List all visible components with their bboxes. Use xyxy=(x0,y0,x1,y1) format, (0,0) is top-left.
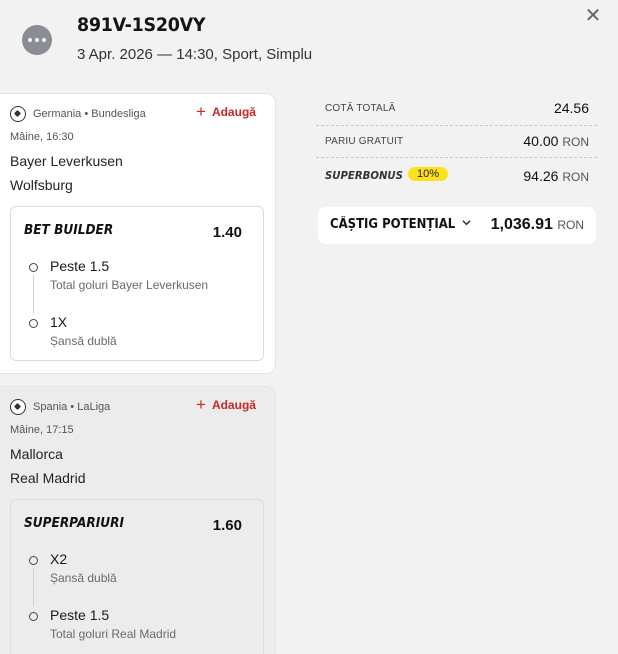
selection-name: 1X xyxy=(50,314,68,330)
plus-icon: + xyxy=(196,395,206,414)
superbonus-label: SUPERBONUS xyxy=(325,169,403,182)
selection-name: X2 xyxy=(50,551,68,567)
add-button[interactable]: + Adaugă xyxy=(196,102,256,121)
group-odd: 1.40 xyxy=(212,224,242,241)
selection-dot-icon xyxy=(29,556,38,565)
home-team: Bayer Leverkusen xyxy=(10,153,123,169)
chevron-down-icon[interactable] xyxy=(462,218,471,227)
add-label: Adaugă xyxy=(211,398,256,412)
league-label: Spania • LaLiga xyxy=(33,401,111,413)
total-odds-row: COTĂ TOTALĂ 24.56 xyxy=(316,96,597,124)
superbonus-row: SUPERBONUS 10% 94.26 RON xyxy=(316,164,597,192)
selection-market: Total goluri Real Madrid xyxy=(50,627,177,641)
total-odds-value: 24.56 xyxy=(553,100,589,116)
soccer-ball-icon xyxy=(10,399,26,415)
free-bet-row: PARIU GRATUIT 40.00 RON xyxy=(316,129,597,157)
home-team: Mallorca xyxy=(10,446,63,462)
divider xyxy=(316,125,597,126)
selection-dot-icon xyxy=(29,263,38,272)
ticket-subtitle: 3 Apr. 2026 — 14:30, Sport, Simplu xyxy=(77,46,313,63)
selection-name: Peste 1.5 xyxy=(50,607,110,623)
superbonus-badge: 10% xyxy=(408,167,449,181)
currency-label: RON xyxy=(557,218,584,232)
close-icon[interactable]: ✕ xyxy=(582,5,604,27)
league-label: Germania • Bundesliga xyxy=(33,108,146,120)
league-info: Spania • LaLiga xyxy=(10,399,110,415)
superbonus-value: 94.26 RON xyxy=(523,168,589,184)
group-title: SUPERPARIURI xyxy=(24,515,124,531)
selection-market: Total goluri Bayer Leverkusen xyxy=(50,278,209,292)
soccer-ball-icon xyxy=(10,106,26,122)
selection-market: Șansă dublă xyxy=(50,334,117,348)
add-button[interactable]: + Adaugă xyxy=(196,395,256,414)
away-team: Real Madrid xyxy=(10,470,86,486)
selection-dot-icon xyxy=(29,612,38,621)
currency-label: RON xyxy=(562,170,589,184)
match-time: Mâine, 17:15 xyxy=(10,424,74,436)
superbonus-amount: 94.26 xyxy=(523,168,559,184)
selection-connector xyxy=(33,568,34,606)
selection-connector xyxy=(33,275,34,313)
group-odd: 1.60 xyxy=(212,517,242,534)
superpariuri-group: SUPERPARIURI 1.60 X2 Șansă dublă Peste 1… xyxy=(10,499,264,654)
free-bet-amount: 40.00 xyxy=(523,133,559,149)
match-time: Mâine, 16:30 xyxy=(10,131,74,143)
group-title: BET BUILDER xyxy=(24,222,114,238)
divider xyxy=(316,157,597,158)
currency-label: RON xyxy=(562,135,589,149)
ticket-header: 891V-1S20VY 3 Apr. 2026 — 14:30, Sport, … xyxy=(0,0,618,86)
ticket-id: 891V-1S20VY xyxy=(77,14,206,36)
more-options-icon[interactable] xyxy=(22,25,52,55)
free-bet-value: 40.00 RON xyxy=(523,133,589,149)
potential-win-value: 1,036.91 RON xyxy=(491,216,584,234)
selection-name: Peste 1.5 xyxy=(50,258,110,274)
league-info: Germania • Bundesliga xyxy=(10,106,146,122)
bet-builder-group: BET BUILDER 1.40 Peste 1.5 Total goluri … xyxy=(10,206,264,361)
potential-win-panel[interactable]: CÂȘTIG POTENȚIAL 1,036.91 RON xyxy=(318,207,596,244)
add-label: Adaugă xyxy=(211,105,256,119)
selection-dot-icon xyxy=(29,319,38,328)
bet-card: Germania • Bundesliga + Adaugă Mâine, 16… xyxy=(0,93,276,374)
potential-win-label: CÂȘTIG POTENȚIAL xyxy=(330,217,456,232)
total-odds-label: COTĂ TOTALĂ xyxy=(325,103,396,114)
potential-win-amount: 1,036.91 xyxy=(490,216,553,233)
bet-card: Spania • LaLiga + Adaugă Mâine, 17:15 Ma… xyxy=(0,386,276,654)
away-team: Wolfsburg xyxy=(10,177,73,193)
plus-icon: + xyxy=(196,102,206,121)
selection-market: Șansă dublă xyxy=(50,571,117,585)
free-bet-label: PARIU GRATUIT xyxy=(325,136,404,147)
